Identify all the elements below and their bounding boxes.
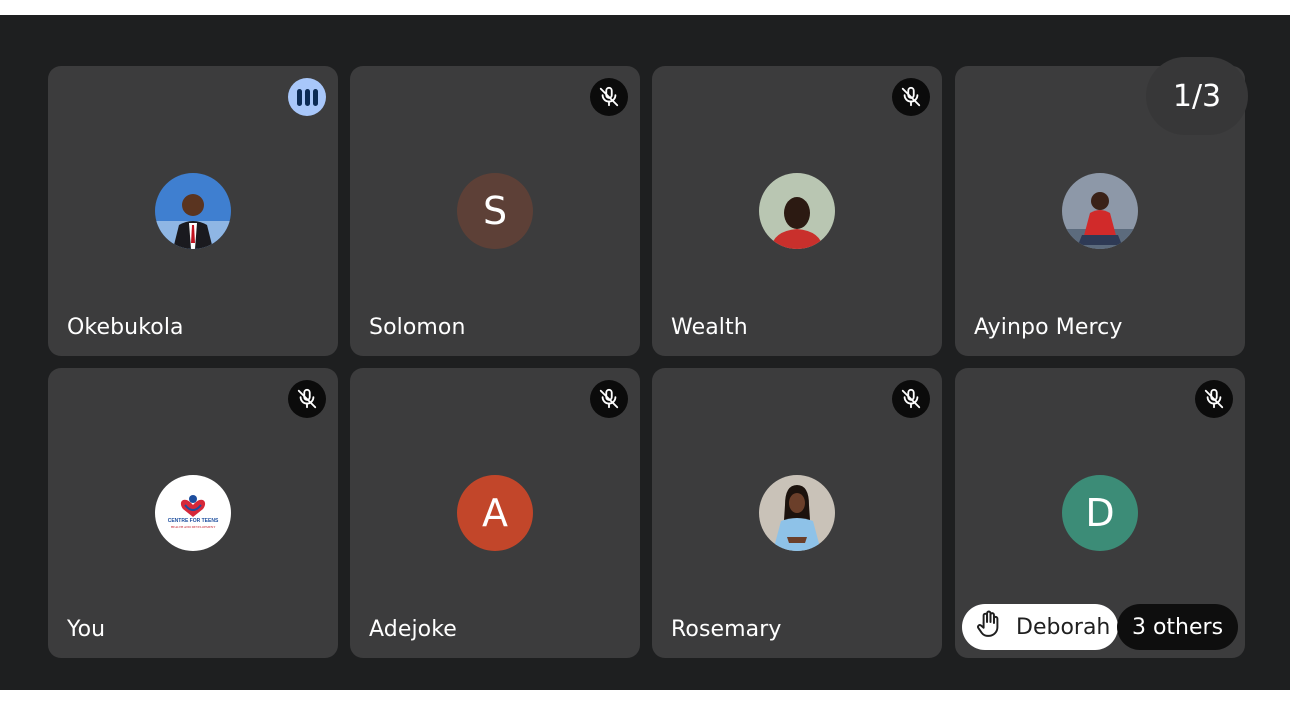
- participant-name: Wealth: [671, 315, 748, 340]
- others-chip[interactable]: 3 others: [1117, 604, 1238, 650]
- avatar-initial: D: [1062, 475, 1138, 551]
- mic-off-icon: [590, 380, 628, 418]
- mic-off-icon: [892, 78, 930, 116]
- mic-off-icon: [892, 380, 930, 418]
- svg-text:HEALTH AND DEVELOPMENT: HEALTH AND DEVELOPMENT: [171, 525, 215, 529]
- participant-tile-okebukola[interactable]: Okebukola: [48, 66, 338, 356]
- avatar-initial: A: [457, 475, 533, 551]
- participant-tile-you[interactable]: CENTRE FOR TEENS HEALTH AND DEVELOPMENT …: [48, 368, 338, 658]
- avatar-initial: S: [457, 173, 533, 249]
- avatar-logo: CENTRE FOR TEENS HEALTH AND DEVELOPMENT: [155, 475, 231, 551]
- avatar-photo: [759, 475, 835, 551]
- meeting-stage: Okebukola S Solomon Wealth Ayinpo Mercy …: [0, 15, 1290, 690]
- avatar-photo: [1062, 173, 1138, 249]
- participant-name: Okebukola: [67, 315, 184, 340]
- participant-tile-wealth[interactable]: Wealth: [652, 66, 942, 356]
- participant-tile-solomon[interactable]: S Solomon: [350, 66, 640, 356]
- participant-tile-adejoke[interactable]: A Adejoke: [350, 368, 640, 658]
- mic-off-icon: [288, 380, 326, 418]
- page-indicator[interactable]: 1/3: [1146, 57, 1248, 135]
- raised-hand-name: Deborah: [1016, 614, 1111, 640]
- participant-name: Solomon: [369, 315, 466, 340]
- avatar-photo: [155, 173, 231, 249]
- participant-name: Ayinpo Mercy: [974, 315, 1123, 340]
- participant-name: You: [67, 617, 106, 642]
- svg-text:CENTRE FOR TEENS: CENTRE FOR TEENS: [168, 518, 219, 524]
- raised-hand-icon: [976, 610, 1002, 644]
- mic-off-icon: [1195, 380, 1233, 418]
- speaking-indicator-icon: [288, 78, 326, 116]
- avatar-photo: [759, 173, 835, 249]
- participant-tile-rosemary[interactable]: Rosemary: [652, 368, 942, 658]
- participant-name: Adejoke: [369, 617, 457, 642]
- mic-off-icon: [590, 78, 628, 116]
- participant-name: Rosemary: [671, 617, 782, 642]
- raised-hand-chip[interactable]: Deborah: [962, 604, 1118, 650]
